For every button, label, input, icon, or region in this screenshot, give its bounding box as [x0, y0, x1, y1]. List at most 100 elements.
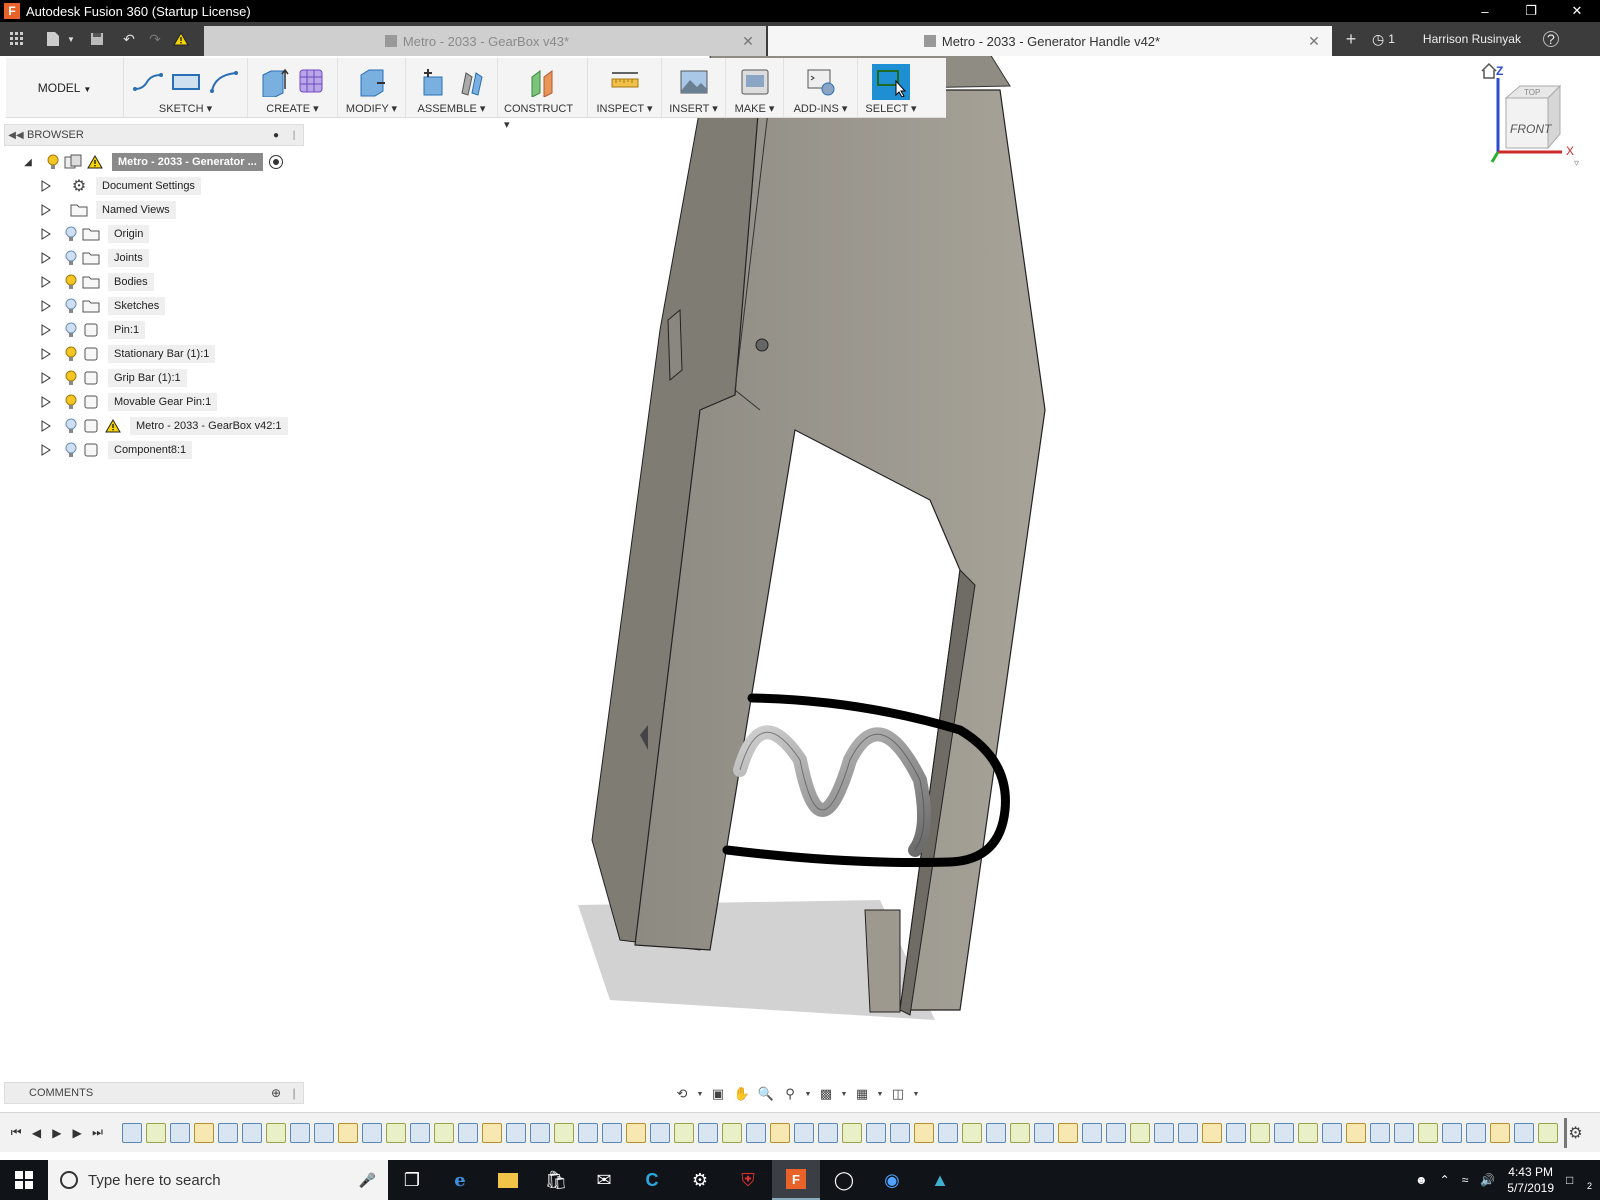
scripts-addins-icon[interactable]: [806, 67, 836, 97]
timeline-feature-icon[interactable]: [1201, 1122, 1222, 1143]
tree-root[interactable]: ◢ Metro - 2033 - Generator ...: [4, 150, 304, 174]
extrude-icon[interactable]: [259, 67, 289, 97]
tree-item-label[interactable]: Grip Bar (1):1: [108, 369, 187, 387]
step-back-icon[interactable]: ◀: [26, 1121, 46, 1145]
step-forward-icon[interactable]: ▶: [67, 1121, 87, 1145]
go-to-start-icon[interactable]: ⏮: [6, 1121, 26, 1145]
lightbulb-on-icon[interactable]: [62, 369, 80, 387]
timeline-feature-icon[interactable]: [1489, 1122, 1510, 1143]
tree-item[interactable]: Grip Bar (1):1: [4, 366, 304, 390]
lightbulb-off-icon[interactable]: [62, 441, 80, 459]
tree-item[interactable]: Named Views: [4, 198, 304, 222]
timeline-feature-icon[interactable]: [1225, 1122, 1246, 1143]
close-tab-icon[interactable]: ✕: [1306, 33, 1322, 50]
lightbulb-off-icon[interactable]: [62, 249, 80, 267]
timeline-feature-icon[interactable]: [337, 1122, 358, 1143]
timeline-feature-icon[interactable]: [673, 1122, 694, 1143]
timeline-feature-icon[interactable]: [793, 1122, 814, 1143]
rectangle-icon[interactable]: [171, 67, 201, 97]
timeline-feature-icon[interactable]: [817, 1122, 838, 1143]
timeline-settings-gear-icon[interactable]: ⚙: [1567, 1123, 1584, 1143]
expand-triangle-icon[interactable]: [38, 178, 54, 194]
timeline-feature-icon[interactable]: [1537, 1122, 1558, 1143]
minimize-button[interactable]: –: [1462, 0, 1508, 22]
restore-button[interactable]: ❐: [1508, 0, 1554, 22]
press-pull-icon[interactable]: [357, 67, 387, 97]
task-view-icon[interactable]: ❐: [388, 1160, 436, 1200]
orbit-icon[interactable]: ⟲: [672, 1085, 692, 1103]
timeline-feature-icon[interactable]: [145, 1122, 166, 1143]
activate-radio-icon[interactable]: [268, 155, 283, 169]
timeline-feature-icon[interactable]: [121, 1122, 142, 1143]
redo-icon[interactable]: ↷: [142, 26, 168, 52]
timeline-feature-icon[interactable]: [265, 1122, 286, 1143]
browser-panel-header[interactable]: ◀◀ BROWSER ● |: [4, 124, 304, 146]
tree-item[interactable]: Bodies: [4, 270, 304, 294]
timeline-feature-icon[interactable]: [433, 1122, 454, 1143]
pan-hand-icon[interactable]: ✋: [732, 1085, 752, 1103]
timeline-feature-icon[interactable]: [625, 1122, 646, 1143]
handle-model[interactable]: [591, 53, 1046, 1016]
lightbulb-on-icon[interactable]: [62, 393, 80, 411]
fusion-360-taskbar-icon[interactable]: F: [772, 1160, 820, 1200]
mail-icon[interactable]: ✉: [580, 1160, 628, 1200]
modify-group[interactable]: MODIFY ▾: [338, 58, 406, 117]
timeline-feature-icon[interactable]: [505, 1122, 526, 1143]
expand-triangle-icon[interactable]: [38, 250, 54, 266]
timeline-feature-icon[interactable]: [193, 1122, 214, 1143]
add-ins-group[interactable]: ADD-INS ▾: [784, 58, 858, 117]
tab-gearbox[interactable]: Metro - 2033 - GearBox v43* ✕: [204, 26, 766, 56]
tree-item[interactable]: Origin: [4, 222, 304, 246]
chevron-down-icon[interactable]: ▼: [876, 1085, 884, 1103]
spring-coil[interactable]: [733, 725, 931, 857]
lightbulb-off-icon[interactable]: [62, 225, 80, 243]
view-cube-front-label[interactable]: FRONT: [1510, 122, 1551, 136]
timeline-feature-icon[interactable]: [1345, 1122, 1366, 1143]
sketch-group[interactable]: SKETCH ▾: [124, 58, 248, 117]
tree-item[interactable]: Joints: [4, 246, 304, 270]
timeline-feature-icon[interactable]: [697, 1122, 718, 1143]
timeline-feature-icon[interactable]: [1441, 1122, 1462, 1143]
edge-browser-icon[interactable]: e: [436, 1160, 484, 1200]
timeline-feature-icon[interactable]: [577, 1122, 598, 1143]
timeline-feature-icon[interactable]: [1105, 1122, 1126, 1143]
network-icon[interactable]: ≈: [1462, 1173, 1469, 1187]
taskbar-search-box[interactable]: Type here to search 🎤: [48, 1160, 388, 1200]
tree-item-label[interactable]: Component8:1: [108, 441, 193, 459]
select-arrow-icon[interactable]: [872, 64, 910, 100]
tree-item-label[interactable]: Joints: [108, 249, 149, 267]
timeline-feature-icon[interactable]: [913, 1122, 934, 1143]
timeline-feature-icon[interactable]: [457, 1122, 478, 1143]
steam-icon[interactable]: ⚙: [676, 1160, 724, 1200]
timeline-feature-icon[interactable]: [1033, 1122, 1054, 1143]
chevron-down-icon[interactable]: ▼: [696, 1085, 704, 1103]
comments-pin-icon[interactable]: |: [285, 1086, 303, 1100]
new-component-icon[interactable]: [418, 67, 448, 97]
play-icon[interactable]: ▶: [47, 1121, 67, 1145]
tree-item[interactable]: Stationary Bar (1):1: [4, 342, 304, 366]
warning-icon[interactable]: [168, 26, 194, 52]
timeline-feature-icon[interactable]: [1129, 1122, 1150, 1143]
microphone-icon[interactable]: 🎤: [359, 1172, 376, 1189]
insert-group[interactable]: INSERT ▾: [662, 58, 726, 117]
timeline-feature-icon[interactable]: [169, 1122, 190, 1143]
timeline-feature-icon[interactable]: [601, 1122, 622, 1143]
browser-pin-icon[interactable]: |: [285, 130, 303, 141]
viewports-icon[interactable]: ◫: [888, 1085, 908, 1103]
view-cube-menu-icon[interactable]: ▿: [1574, 158, 1579, 169]
browser-minimize-icon[interactable]: ●: [267, 130, 285, 141]
expanded-triangle-icon[interactable]: ◢: [20, 154, 36, 170]
tree-item-label[interactable]: Document Settings: [96, 177, 201, 195]
xbox-icon[interactable]: ◯: [820, 1160, 868, 1200]
timeline-feature-icon[interactable]: [1057, 1122, 1078, 1143]
file-explorer-icon[interactable]: [484, 1160, 532, 1200]
grid-snap-icon[interactable]: ▦: [852, 1085, 872, 1103]
timeline-feature-icon[interactable]: [1273, 1122, 1294, 1143]
timeline-feature-icon[interactable]: [1297, 1122, 1318, 1143]
lightbulb-off-icon[interactable]: [62, 417, 80, 435]
timeline-feature-icon[interactable]: [841, 1122, 862, 1143]
form-icon[interactable]: [297, 67, 327, 97]
new-tab-plus-icon[interactable]: +: [1338, 26, 1364, 52]
create-sketch-icon[interactable]: [132, 67, 163, 97]
create-group[interactable]: CREATE ▾: [248, 58, 338, 117]
